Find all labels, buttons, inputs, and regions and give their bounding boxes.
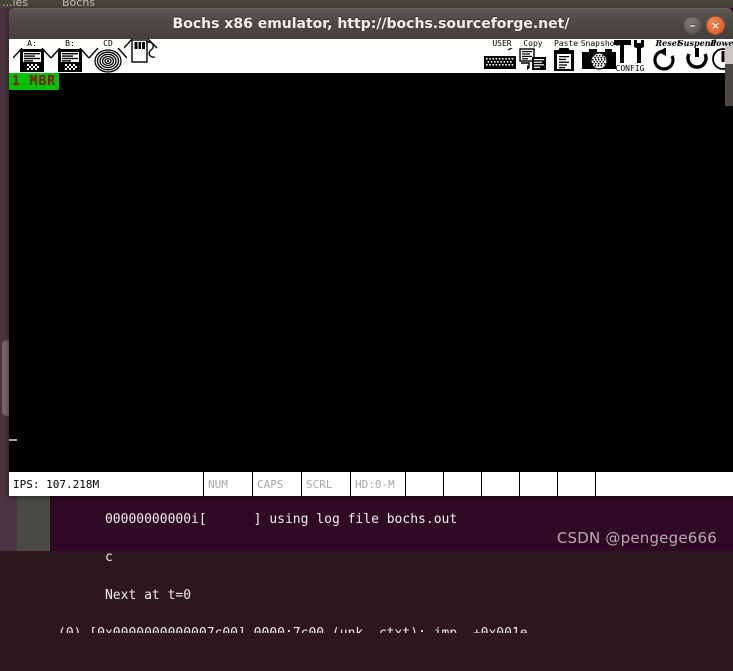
status-hd-activity: HD:0-M xyxy=(351,472,406,496)
config-label: CONFIG xyxy=(615,64,645,73)
terminal-line-clipped: (0) [0x0000000000007c00] 0000:7c00 (unk.… xyxy=(58,624,528,633)
minimize-icon: – xyxy=(689,19,696,32)
status-blank-cell xyxy=(596,472,733,496)
bochs-emulator-window: Bochs x86 emulator, http://bochs.sourcef… xyxy=(9,8,733,496)
status-scroll-lock: SCRL xyxy=(302,472,351,496)
minimize-button[interactable]: – xyxy=(683,16,702,35)
terminal-output: 00000000000i[ ] using log file bochs.out… xyxy=(58,491,528,671)
floppy-disk-icon xyxy=(13,48,51,73)
hammer-wrench-icon xyxy=(608,39,652,65)
status-blank-cell xyxy=(406,472,444,496)
status-blank-cell xyxy=(558,472,596,496)
toolbar-button-floppy-a[interactable]: A: xyxy=(13,39,51,73)
window-title: Bochs x86 emulator, http://bochs.sourcef… xyxy=(172,16,570,32)
desktop-top-panel xyxy=(0,0,733,8)
floppy-disk-icon xyxy=(51,48,89,73)
paste-label: Paste xyxy=(553,39,579,48)
close-button[interactable]: × xyxy=(706,16,725,35)
toolbar-button-cdrom[interactable]: CD xyxy=(89,39,127,73)
window-scrollbar-thumb[interactable] xyxy=(725,46,733,64)
mouse-icon xyxy=(124,39,162,69)
terminal-line: Next at t=0 xyxy=(104,588,192,603)
toolbar-button-config[interactable]: CONFIG xyxy=(608,39,652,73)
status-blank-cell xyxy=(482,472,520,496)
reset-label: Reset xyxy=(655,39,681,48)
window-scrollbar-track[interactable] xyxy=(725,64,733,106)
vga-display[interactable]: 1 MBR xyxy=(9,73,733,472)
terminal-line: c xyxy=(104,550,113,565)
mbr-badge: 1 MBR xyxy=(9,73,60,90)
status-blank-cell xyxy=(520,472,558,496)
copy-label: Copy xyxy=(523,39,543,48)
text-cursor xyxy=(9,439,17,441)
bochs-status-bar: IPS: 107.218M NUM CAPS SCRL HD:0-M xyxy=(9,472,733,496)
toolbar-button-mouse[interactable] xyxy=(124,39,162,73)
floppy-a-label: A: xyxy=(27,39,37,48)
status-blank-cell xyxy=(444,472,482,496)
close-icon: × xyxy=(710,19,721,32)
status-caps-lock: CAPS xyxy=(253,472,302,496)
cdrom-icon xyxy=(89,48,127,73)
status-ips: IPS: 107.218M xyxy=(9,472,204,496)
bochs-toolbar: A: B: CD USER Copy Paste Snapshot CONFIG… xyxy=(9,39,733,73)
toolbar-button-floppy-b[interactable]: B: xyxy=(51,39,89,73)
terminal-line: 00000000000i[ ] using log file bochs.out xyxy=(104,512,458,527)
floppy-b-label: B: xyxy=(65,39,75,48)
user-label: USER xyxy=(492,39,512,48)
csdn-watermark: CSDN @pengege666 xyxy=(556,529,717,547)
cdrom-label: CD xyxy=(103,39,113,48)
status-num-lock: NUM xyxy=(204,472,253,496)
window-titlebar[interactable]: Bochs x86 emulator, http://bochs.sourcef… xyxy=(9,8,733,39)
